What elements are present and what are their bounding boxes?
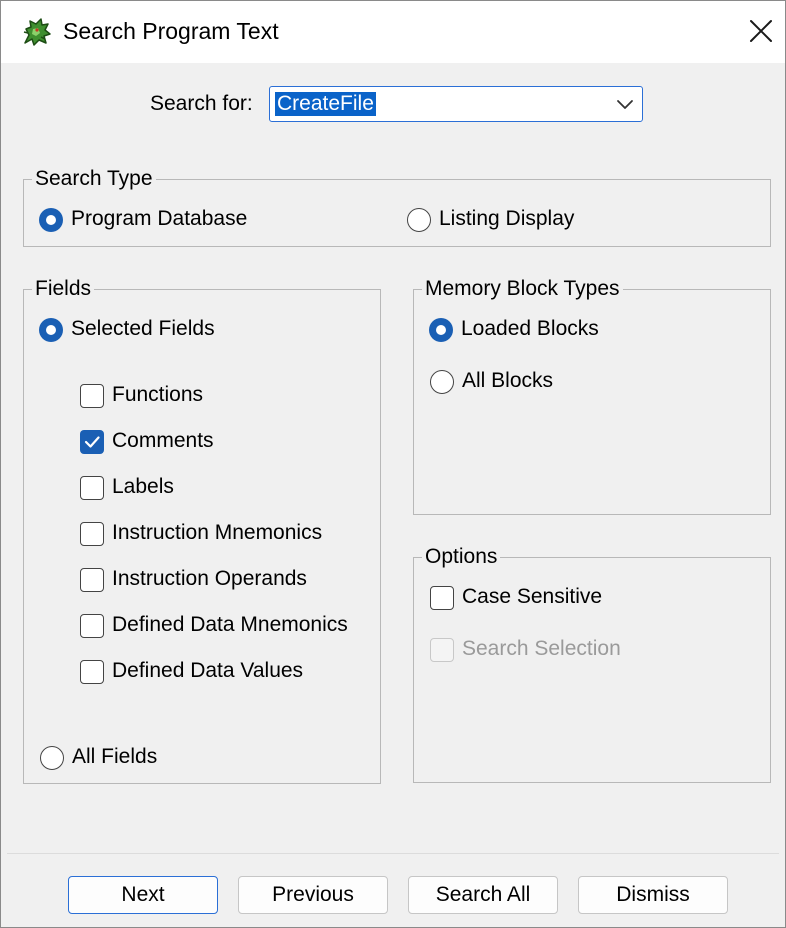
- defined-data-values-label[interactable]: Defined Data Values: [112, 659, 303, 683]
- program-database-label[interactable]: Program Database: [71, 207, 247, 231]
- fields-legend: Fields: [32, 277, 95, 301]
- defined-data-mnemonics-label[interactable]: Defined Data Mnemonics: [112, 613, 348, 637]
- all-blocks-label[interactable]: All Blocks: [462, 369, 553, 393]
- instruction-operands-checkbox[interactable]: [80, 568, 104, 592]
- search-all-button[interactable]: Search All: [408, 876, 558, 914]
- listing-display-label[interactable]: Listing Display: [439, 207, 574, 231]
- search-program-text-dialog: Search Program Text Search for: CreateFi…: [0, 0, 786, 928]
- functions-checkbox[interactable]: [80, 384, 104, 408]
- defined-data-values-checkbox[interactable]: [80, 660, 104, 684]
- next-button[interactable]: Next: [68, 876, 218, 914]
- previous-button[interactable]: Previous: [238, 876, 388, 914]
- defined-data-mnemonics-checkbox[interactable]: [80, 614, 104, 638]
- options-legend: Options: [422, 545, 501, 569]
- case-sensitive-label[interactable]: Case Sensitive: [462, 585, 602, 609]
- listing-display-radio[interactable]: [407, 208, 431, 232]
- search-type-legend: Search Type: [32, 167, 156, 191]
- loaded-blocks-radio[interactable]: [429, 318, 453, 342]
- dialog-title: Search Program Text: [63, 18, 279, 44]
- memory-block-types-legend: Memory Block Types: [422, 277, 623, 301]
- close-icon: [749, 19, 773, 48]
- search-for-label: Search for:: [150, 92, 253, 115]
- all-blocks-radio[interactable]: [430, 370, 454, 394]
- all-fields-radio[interactable]: [40, 746, 64, 770]
- checkmark-icon: [84, 436, 100, 448]
- case-sensitive-checkbox[interactable]: [430, 586, 454, 610]
- comments-checkbox[interactable]: [80, 430, 104, 454]
- labels-label[interactable]: Labels: [112, 475, 174, 499]
- loaded-blocks-label[interactable]: Loaded Blocks: [461, 317, 599, 341]
- title-bar[interactable]: Search Program Text: [1, 1, 785, 63]
- instruction-mnemonics-label[interactable]: Instruction Mnemonics: [112, 521, 322, 545]
- search-for-combobox[interactable]: CreateFile: [269, 86, 643, 122]
- search-selection-label: Search Selection: [462, 637, 621, 660]
- selected-fields-label[interactable]: Selected Fields: [71, 317, 215, 341]
- chevron-down-icon[interactable]: [616, 96, 634, 112]
- button-bar-divider: [7, 853, 779, 854]
- program-database-radio[interactable]: [39, 208, 63, 232]
- functions-label[interactable]: Functions: [112, 383, 203, 407]
- selected-fields-radio[interactable]: [39, 318, 63, 342]
- search-selection-checkbox: [430, 638, 454, 662]
- close-button[interactable]: [739, 11, 783, 55]
- instruction-operands-label[interactable]: Instruction Operands: [112, 567, 307, 591]
- instruction-mnemonics-checkbox[interactable]: [80, 522, 104, 546]
- comments-label[interactable]: Comments: [112, 429, 214, 453]
- search-for-value[interactable]: CreateFile: [275, 92, 376, 116]
- all-fields-label[interactable]: All Fields: [72, 745, 157, 769]
- dismiss-button[interactable]: Dismiss: [578, 876, 728, 914]
- labels-checkbox[interactable]: [80, 476, 104, 500]
- ghidra-dragon-icon: [19, 15, 53, 49]
